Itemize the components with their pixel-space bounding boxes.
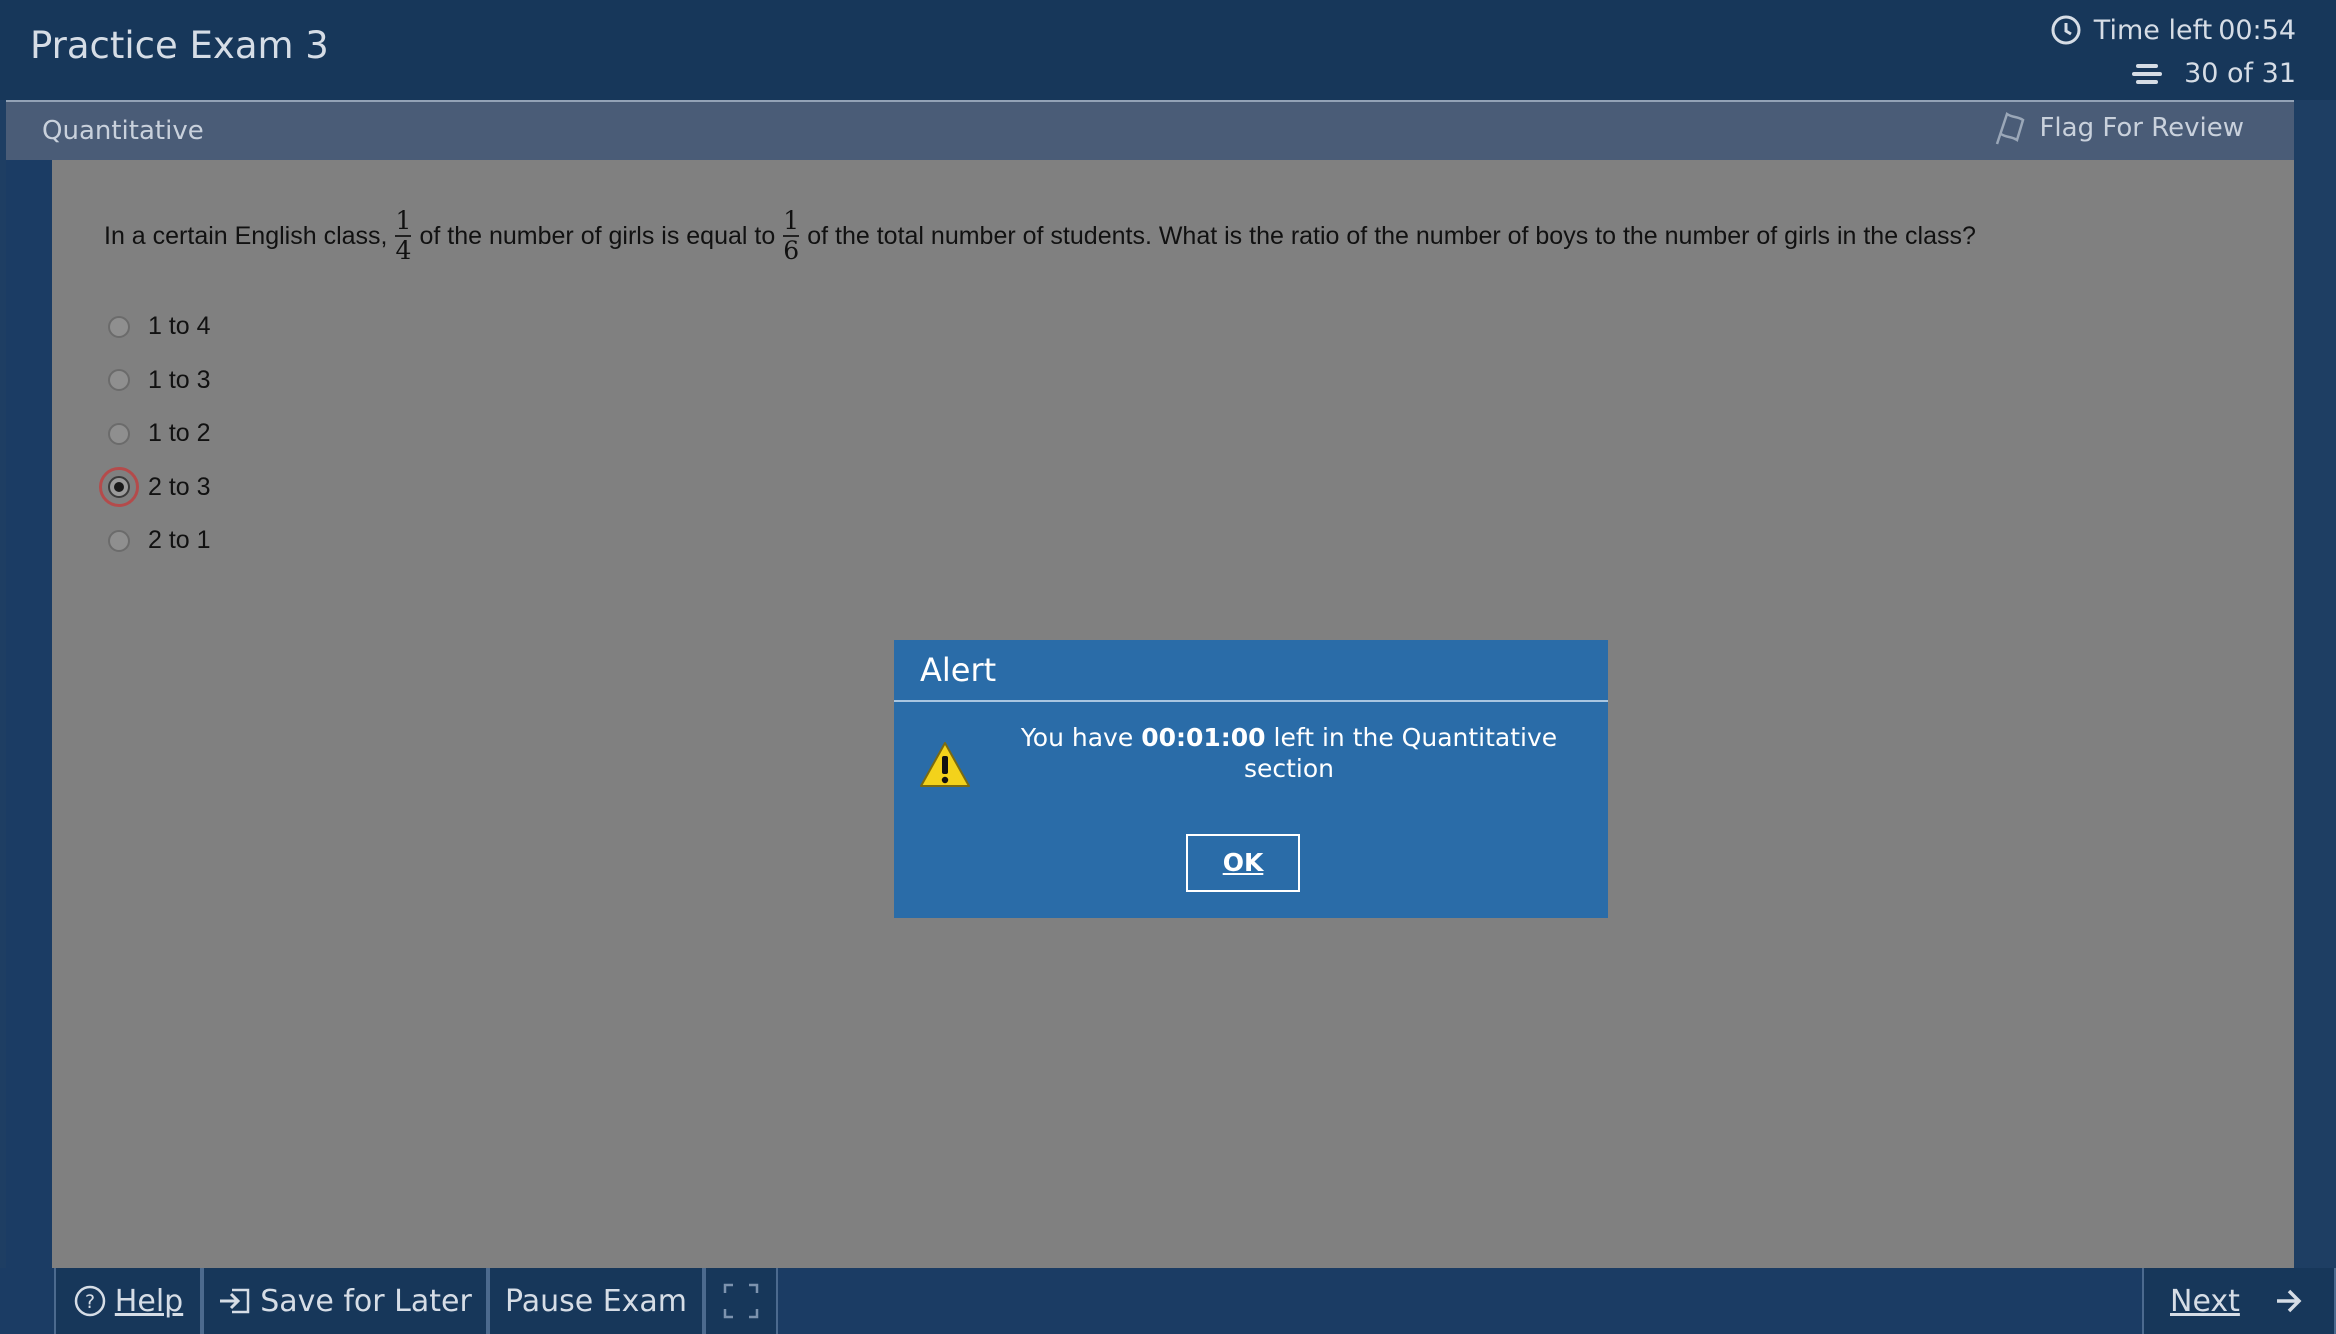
- flag-label: Flag For Review: [2039, 113, 2244, 143]
- answer-label: 1 to 2: [148, 419, 211, 448]
- fraction-denominator: 6: [783, 236, 800, 265]
- ok-button[interactable]: OK: [1186, 834, 1300, 892]
- save-for-later-button[interactable]: Save for Later: [202, 1268, 488, 1334]
- radio-button[interactable]: [108, 422, 130, 445]
- fraction-one-sixth: 1 6: [783, 206, 800, 265]
- clock-icon: [2051, 15, 2081, 45]
- radio-button-selected[interactable]: [99, 467, 139, 508]
- answer-option[interactable]: 1 to 4: [108, 300, 211, 354]
- alert-title: Alert: [894, 640, 1608, 702]
- flag-for-review-button[interactable]: Flag For Review: [1993, 110, 2244, 146]
- time-left: Time left 00:54: [2050, 14, 2296, 46]
- answer-option[interactable]: 1 to 2: [108, 407, 211, 461]
- question-text-part3: of the total number of students. What is…: [807, 221, 1976, 250]
- alert-dialog: Alert You have 00:01:00 left in the Quan…: [894, 640, 1608, 918]
- answer-option[interactable]: 1 to 3: [108, 354, 211, 408]
- exam-title: Practice Exam 3: [30, 24, 329, 67]
- fraction-one-quarter: 1 4: [395, 206, 412, 265]
- question-counter-text: 30 of 31: [2184, 58, 2296, 89]
- section-bar: Quantitative Flag For Review: [6, 100, 2300, 160]
- radio-button[interactable]: [108, 369, 130, 392]
- save-exit-icon: [220, 1288, 250, 1314]
- pause-label: Pause Exam: [504, 1283, 688, 1319]
- stack-icon: [2132, 63, 2163, 84]
- answer-label: 1 to 4: [148, 312, 211, 341]
- left-stripe: [6, 160, 52, 1268]
- pause-exam-button[interactable]: Pause Exam: [488, 1268, 704, 1334]
- answer-option-selected[interactable]: 2 to 3: [99, 461, 211, 515]
- question-circle-icon: ?: [74, 1285, 106, 1317]
- alert-msg-prefix: You have: [1020, 723, 1134, 752]
- answer-label: 2 to 3: [148, 472, 211, 501]
- help-button[interactable]: ? Help: [54, 1268, 202, 1334]
- answer-label: 1 to 3: [148, 365, 211, 394]
- fullscreen-button[interactable]: [704, 1268, 778, 1334]
- fraction-denominator: 4: [395, 236, 412, 265]
- section-name: Quantitative: [42, 116, 204, 146]
- question-text: In a certain English class, 1 4 of the n…: [104, 208, 1976, 264]
- save-label: Save for Later: [260, 1283, 472, 1319]
- answer-option[interactable]: 2 to 1: [108, 514, 211, 568]
- header-bar: Practice Exam 3 Time left 00:54 30 of 31: [0, 0, 2336, 100]
- right-stripe: [2294, 100, 2336, 1268]
- next-label: Next: [2170, 1283, 2240, 1319]
- answer-options: 1 to 4 1 to 3 1 to 2 2 to 3 2 to 1: [99, 300, 211, 568]
- time-left-value: 00:54: [2218, 14, 2296, 46]
- question-counter: 30 of 31: [2130, 58, 2296, 89]
- footer-bar: ? Help Save for Later Pause Exam Next: [0, 1268, 2336, 1334]
- fraction-numerator: 1: [395, 206, 412, 235]
- question-text-part2: of the number of girls is equal to: [419, 221, 776, 250]
- alert-msg-time: 00:01:00: [1141, 723, 1266, 752]
- radio-button[interactable]: [108, 315, 130, 338]
- fullscreen-icon: [723, 1283, 759, 1319]
- warning-icon: [920, 742, 970, 787]
- answer-label: 2 to 1: [148, 526, 211, 555]
- arrow-right-icon: [2276, 1289, 2302, 1313]
- next-button[interactable]: Next: [2142, 1268, 2336, 1334]
- question-text-part1: In a certain English class,: [104, 221, 388, 250]
- flag-icon: [1996, 112, 2025, 145]
- time-left-label: Time left: [2093, 14, 2213, 46]
- alert-message: You have 00:01:00 left in the Quantitati…: [1004, 722, 1574, 784]
- fraction-numerator: 1: [783, 206, 800, 235]
- help-label: Help: [114, 1283, 184, 1319]
- radio-button[interactable]: [108, 529, 130, 552]
- svg-text:?: ?: [85, 1291, 95, 1313]
- alert-msg-suffix: left in the Quantitative section: [1243, 723, 1558, 783]
